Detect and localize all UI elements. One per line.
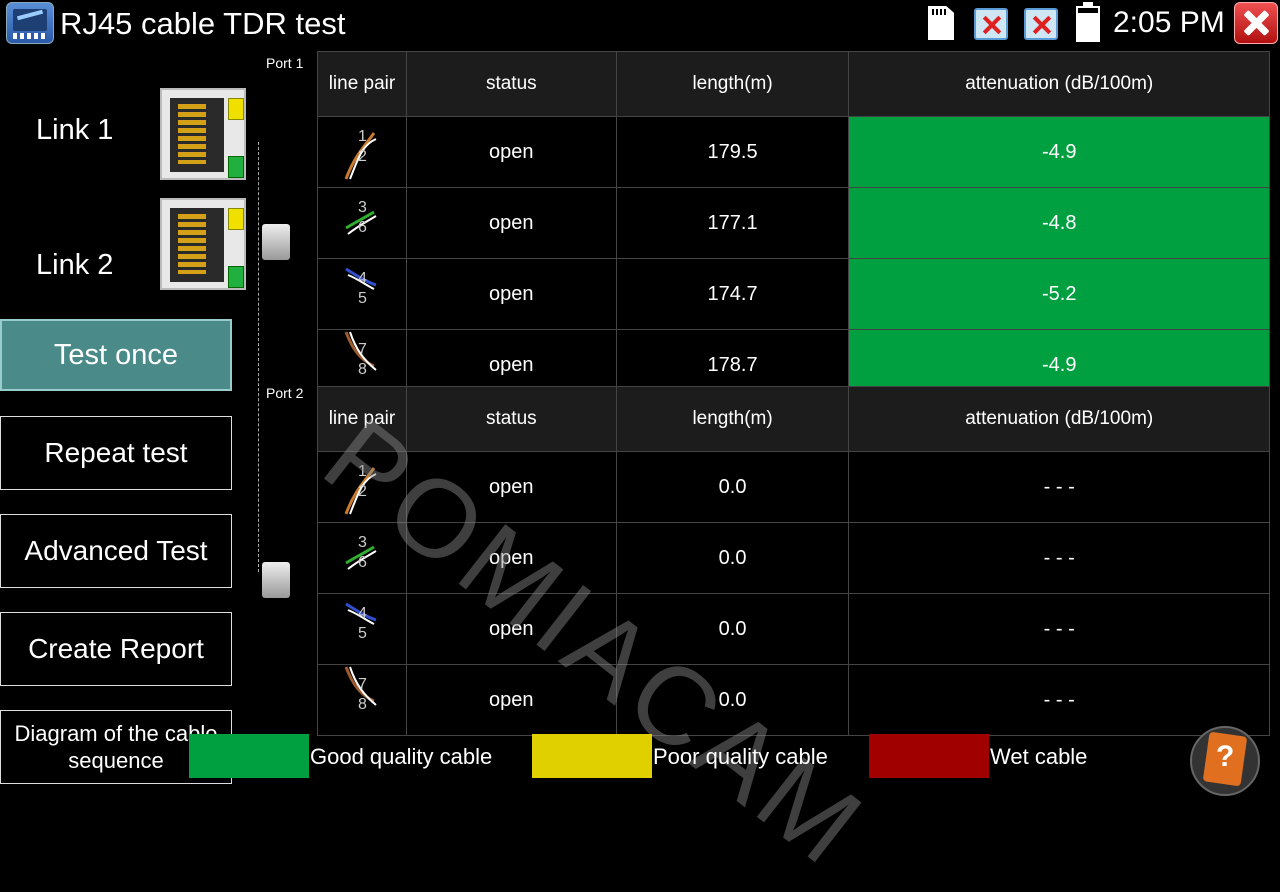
- line-pair-cell: 45: [317, 593, 407, 665]
- legend-wet-swatch: [869, 734, 989, 778]
- header-attenuation: attenuation (dB/100m): [848, 51, 1270, 117]
- length-cell: 0.0: [615, 593, 850, 665]
- link-1-label: Link 1: [36, 114, 114, 146]
- table-row: 78 open 0.0 - - -: [317, 664, 1270, 736]
- table-header-row: line pair status length(m) attenuation (…: [317, 386, 1270, 452]
- pair-top: 7: [358, 676, 367, 693]
- help-book-icon[interactable]: ?: [1190, 726, 1260, 796]
- sd-card-icon: [928, 6, 954, 40]
- title-bar: RJ45 cable TDR test 2:05 PM: [0, 0, 1280, 46]
- pair-bottom: 8: [358, 696, 367, 713]
- port-1-label: Port 1: [266, 55, 304, 71]
- line-pair-cell: 12: [317, 116, 407, 188]
- port-2-table: line pair status length(m) attenuation (…: [317, 386, 1270, 736]
- line-pair-cell: 36: [317, 187, 407, 259]
- test-once-button[interactable]: Test once: [0, 319, 232, 391]
- line-pair-cell: 12: [317, 451, 407, 523]
- close-icon[interactable]: [1234, 2, 1278, 44]
- legend-poor-swatch: [532, 734, 652, 778]
- pair-top: 7: [358, 341, 367, 358]
- clock: 2:05 PM: [1113, 6, 1225, 39]
- advanced-test-button[interactable]: Advanced Test: [0, 514, 232, 588]
- page-title: RJ45 cable TDR test: [60, 6, 346, 41]
- header-status: status: [405, 51, 617, 117]
- header-line-pair: line pair: [317, 386, 407, 452]
- pair-top: 3: [358, 534, 367, 551]
- rj45-port-1-icon: [160, 88, 246, 180]
- header-attenuation: attenuation (dB/100m): [848, 386, 1270, 452]
- pair-top: 1: [358, 128, 367, 145]
- port-2-label: Port 2: [266, 385, 304, 401]
- pair-bottom: 2: [358, 483, 367, 500]
- pair-top: 4: [358, 270, 367, 287]
- line-pair-cell: 45: [317, 258, 407, 330]
- status-cell: open: [405, 451, 617, 523]
- attenuation-cell: - - -: [848, 664, 1270, 736]
- port-1-table: line pair status length(m) attenuation (…: [317, 51, 1270, 401]
- header-line-pair: line pair: [317, 51, 407, 117]
- table-row: 45 open 174.7 -5.2: [317, 258, 1270, 330]
- app-icon: [6, 2, 54, 44]
- cable-plug-icon: [262, 562, 290, 598]
- pair-bottom: 2: [358, 148, 367, 165]
- battery-icon: [1076, 2, 1100, 42]
- attenuation-cell: - - -: [848, 593, 1270, 665]
- repeat-test-button[interactable]: Repeat test: [0, 416, 232, 490]
- legend-good-swatch: [189, 734, 309, 778]
- pair-top: 3: [358, 199, 367, 216]
- line-pair-cell: 36: [317, 522, 407, 594]
- header-length: length(m): [615, 386, 850, 452]
- length-cell: 177.1: [615, 187, 850, 259]
- table-row: 12 open 179.5 -4.9: [317, 116, 1270, 188]
- table-row: 36 open 177.1 -4.8: [317, 187, 1270, 259]
- attenuation-cell: -4.8: [848, 187, 1270, 259]
- legend-poor-label: Poor quality cable: [653, 744, 828, 769]
- connector-dashed-line: [258, 142, 259, 572]
- status-cell: open: [405, 187, 617, 259]
- table-row: 36 open 0.0 - - -: [317, 522, 1270, 594]
- pair-bottom: 5: [358, 625, 367, 642]
- attenuation-cell: -5.2: [848, 258, 1270, 330]
- legend-good-label: Good quality cable: [310, 744, 493, 769]
- pair-top: 1: [358, 463, 367, 480]
- table-row: 45 open 0.0 - - -: [317, 593, 1270, 665]
- create-report-button[interactable]: Create Report: [0, 612, 232, 686]
- pair-bottom: 5: [358, 290, 367, 307]
- pair-bottom: 6: [358, 219, 367, 236]
- table-header-row: line pair status length(m) attenuation (…: [317, 51, 1270, 117]
- length-cell: 0.0: [615, 522, 850, 594]
- length-cell: 179.5: [615, 116, 850, 188]
- link-2-label: Link 2: [36, 249, 114, 281]
- status-cell: open: [405, 664, 617, 736]
- status-cell: open: [405, 593, 617, 665]
- line-pair-cell: 78: [317, 664, 407, 736]
- length-cell: 174.7: [615, 258, 850, 330]
- attenuation-cell: - - -: [848, 451, 1270, 523]
- attenuation-cell: -4.9: [848, 116, 1270, 188]
- network-disconnected-icon: [974, 8, 1008, 40]
- attenuation-cell: - - -: [848, 522, 1270, 594]
- status-cell: open: [405, 258, 617, 330]
- network-disconnected-icon: [1024, 8, 1058, 40]
- legend-wet-label: Wet cable: [990, 744, 1088, 769]
- rj45-port-2-icon: [160, 198, 246, 290]
- header-status: status: [405, 386, 617, 452]
- pair-top: 4: [358, 605, 367, 622]
- status-cell: open: [405, 116, 617, 188]
- status-cell: open: [405, 522, 617, 594]
- length-cell: 0.0: [615, 664, 850, 736]
- length-cell: 0.0: [615, 451, 850, 523]
- pair-bottom: 6: [358, 554, 367, 571]
- cable-plug-icon: [262, 224, 290, 260]
- pair-bottom: 8: [358, 361, 367, 378]
- header-length: length(m): [615, 51, 850, 117]
- table-row: 12 open 0.0 - - -: [317, 451, 1270, 523]
